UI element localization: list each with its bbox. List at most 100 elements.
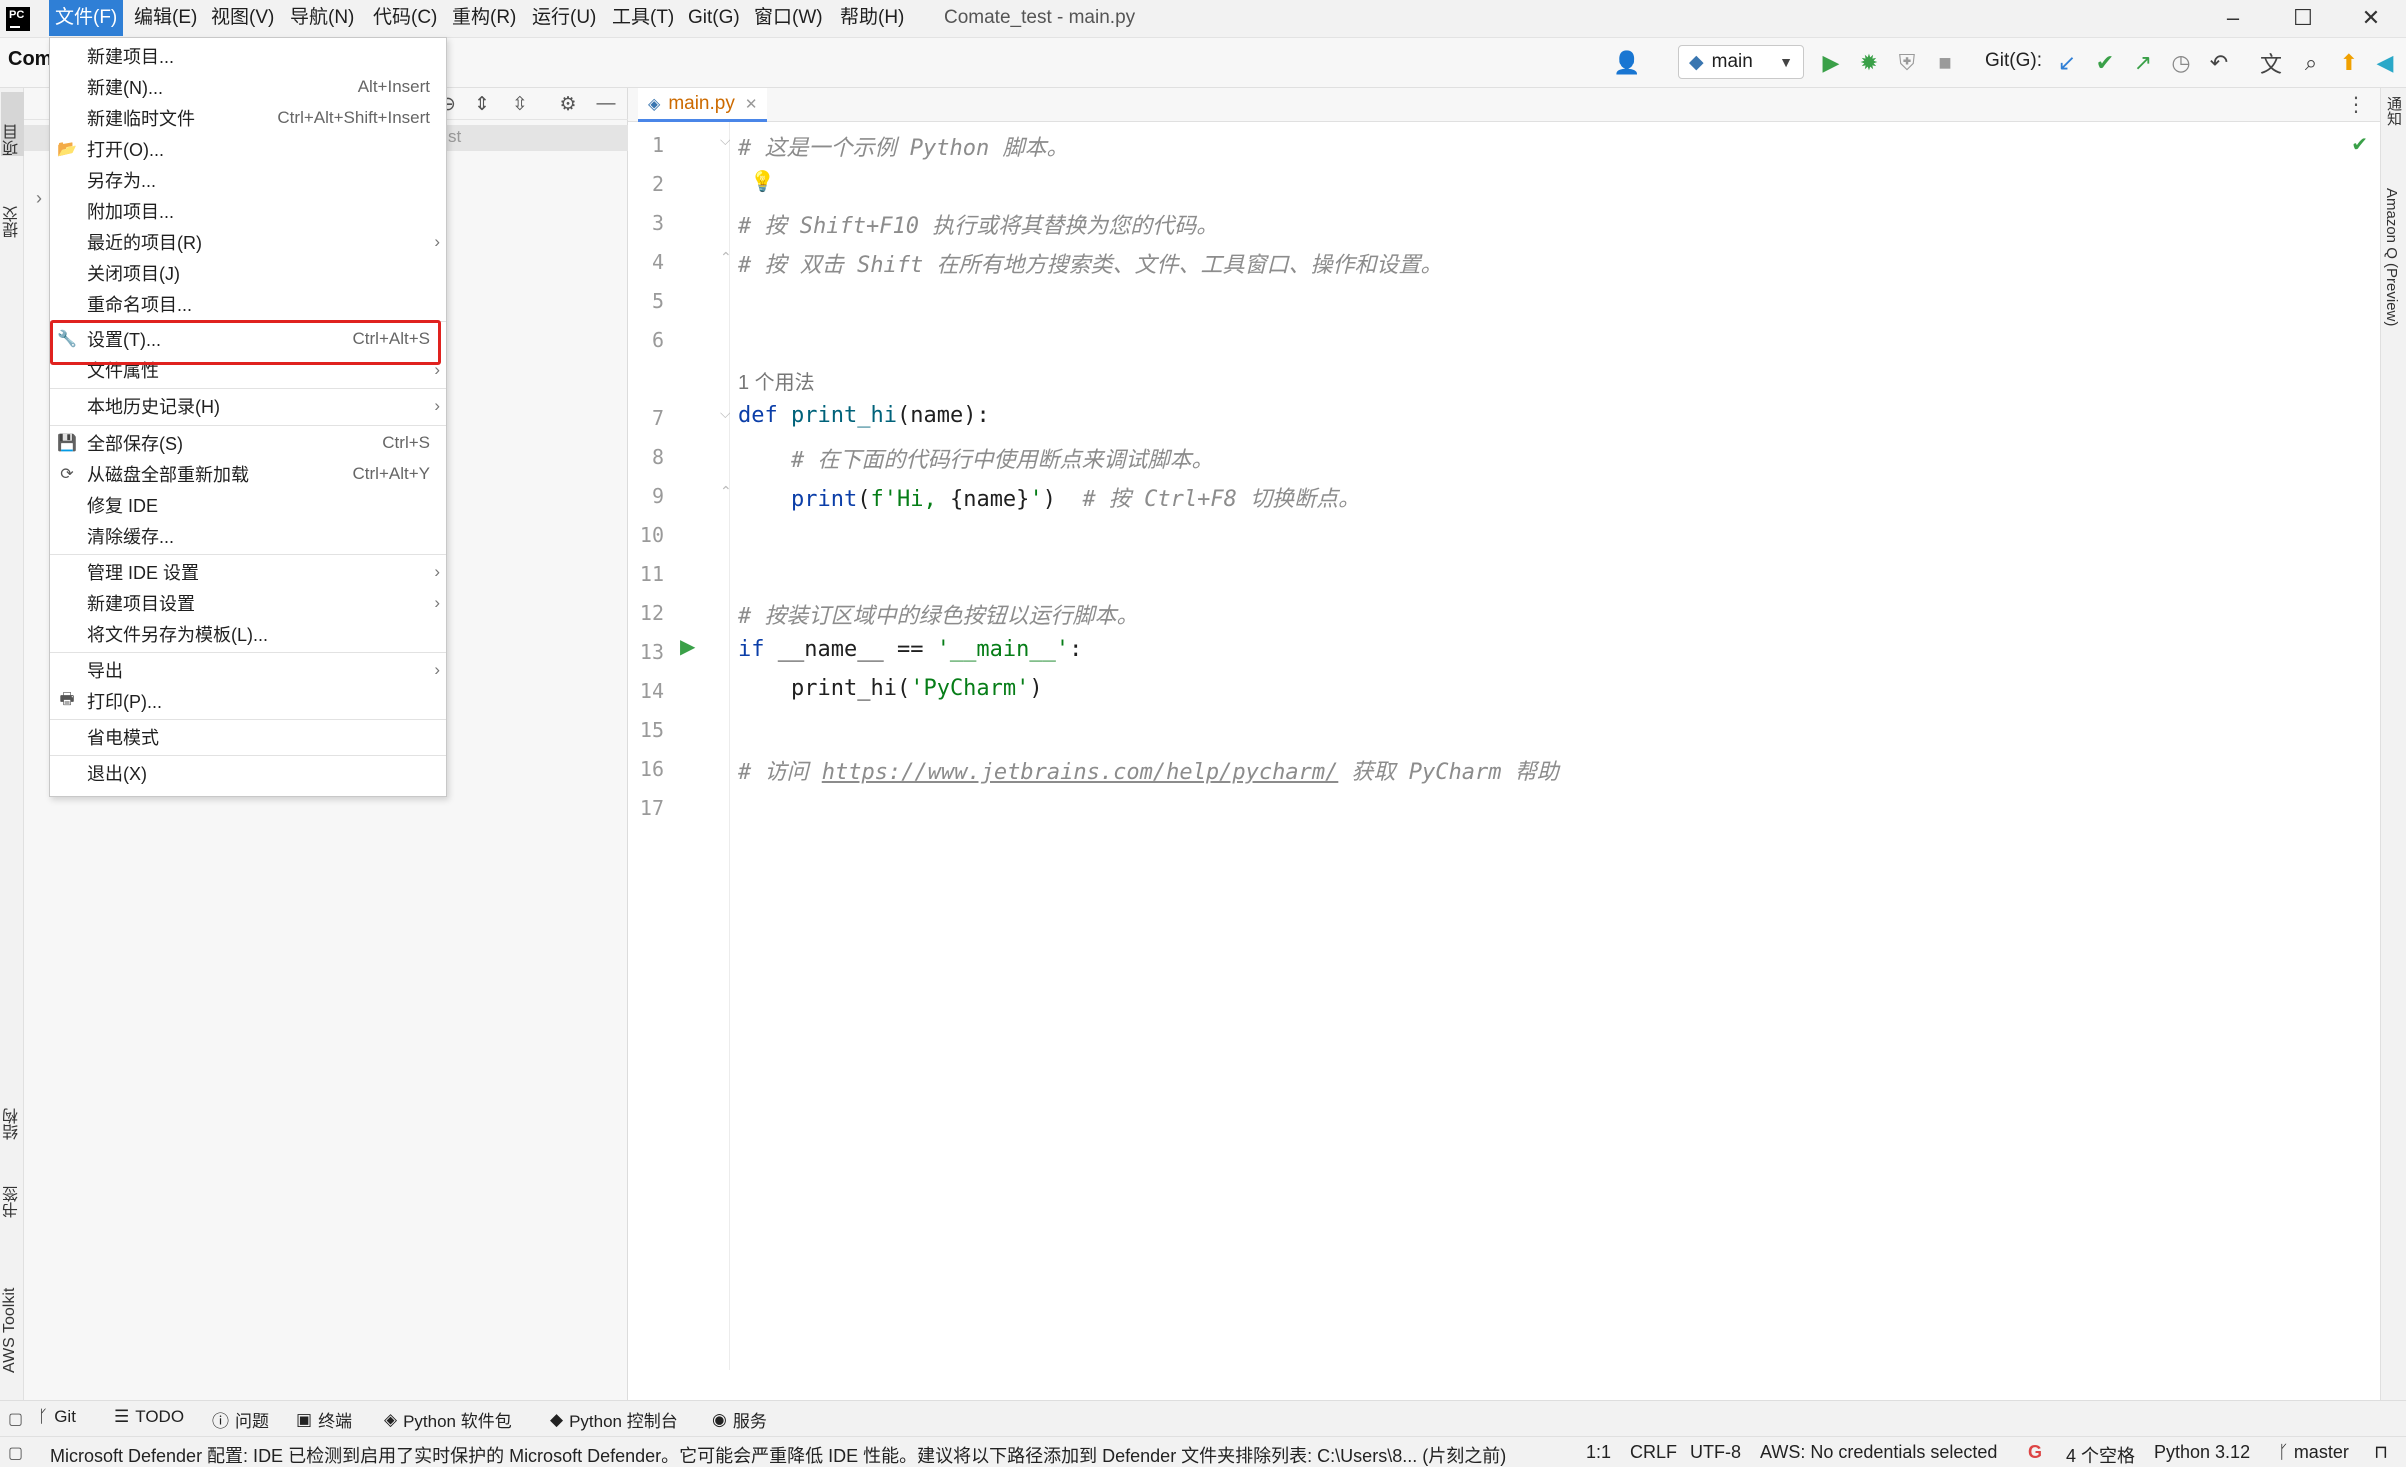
file-encoding[interactable]: UTF-8 — [1690, 1442, 1741, 1463]
tab-structure[interactable]: 结构 — [1, 1088, 25, 1140]
menu-item-rename-project[interactable]: 重命名项目... — [50, 289, 446, 319]
usage-hint[interactable]: 1 个用法 — [738, 372, 815, 394]
menu-item-recent-projects[interactable]: 最近的项目(R) › — [50, 227, 446, 257]
menu-item-label: 退出(X) — [87, 764, 147, 784]
code-editor[interactable]: # 这是一个示例 Python 脚本。 💡 # 按 Shift+F10 执行或将… — [730, 122, 2380, 1370]
tab-main-py[interactable]: ◈ main.py ✕ — [638, 88, 768, 122]
tool-tab-python-console[interactable]: ◆ Python 控制台 — [550, 1407, 678, 1432]
maximize-icon[interactable]: ☐ — [2268, 0, 2338, 36]
run-icon[interactable]: ▶ — [1818, 50, 1844, 76]
menu-item-close-project[interactable]: 关闭项目(J) — [50, 258, 446, 288]
menu-help[interactable]: 帮助(H) — [834, 0, 910, 36]
menu-run[interactable]: 运行(U) — [526, 0, 602, 36]
menu-item-new-project-setup[interactable]: 新建项目设置 › — [50, 588, 446, 618]
menu-item-print[interactable]: 🖶 打印(P)... — [50, 686, 446, 716]
search-icon[interactable]: ⌕ — [2298, 50, 2324, 76]
plugin-icon[interactable]: ◀ — [2372, 50, 2398, 76]
menu-item-manage-ide-settings[interactable]: 管理 IDE 设置 › — [50, 557, 446, 587]
tab-project[interactable]: 项目 — [1, 92, 25, 156]
history-icon[interactable]: ◷ — [2168, 50, 2194, 76]
git-commit-icon[interactable]: ✔ — [2092, 50, 2118, 76]
update-icon[interactable]: ⬆ — [2336, 50, 2362, 76]
menu-item-label: 本地历史记录(H) — [87, 397, 220, 417]
status-square-icon[interactable]: ▢ — [8, 1443, 23, 1463]
menu-item-open[interactable]: 📂 打开(O)... — [50, 134, 446, 164]
user-icon[interactable]: 👤 — [1613, 50, 1640, 76]
menu-item-new-scratch[interactable]: 新建临时文件 Ctrl+Alt+Shift+Insert — [50, 103, 446, 133]
translate-icon[interactable]: 文 — [2258, 50, 2284, 77]
help-link[interactable]: https://www.jetbrains.com/help/pycharm/ — [822, 760, 1339, 785]
menu-item-repair-ide[interactable]: 修复 IDE — [50, 490, 446, 520]
menu-item-save-as[interactable]: 另存为... — [50, 165, 446, 195]
menu-view[interactable]: 视图(V) — [205, 0, 280, 36]
menu-window[interactable]: 窗口(W) — [748, 0, 829, 36]
tab-amazon-q[interactable]: Amazon Q (Preview) — [2383, 188, 2400, 326]
minimize-icon[interactable]: – — [2198, 0, 2268, 36]
menu-git[interactable]: Git(G) — [682, 0, 746, 36]
tool-tab-git[interactable]: ᚴ Git — [38, 1407, 76, 1427]
python-interpreter[interactable]: Python 3.12 — [2154, 1442, 2250, 1463]
close-tab-icon[interactable]: ✕ — [745, 95, 758, 113]
menu-item-export[interactable]: 导出 › — [50, 655, 446, 685]
rollback-icon[interactable]: ↶ — [2206, 50, 2232, 76]
run-config-select[interactable]: ◆ main ▼ — [1678, 45, 1804, 79]
menu-item-exit[interactable]: 退出(X) — [50, 758, 446, 788]
layout-icon[interactable]: ▢ — [8, 1409, 23, 1429]
menu-edit[interactable]: 编辑(E) — [128, 0, 203, 36]
menu-item-label: 关闭项目(J) — [87, 264, 180, 284]
menu-navigate[interactable]: 导航(N) — [284, 0, 360, 36]
menu-refactor[interactable]: 重构(R) — [446, 0, 522, 36]
aws-credentials[interactable]: AWS: No credentials selected — [1760, 1442, 1997, 1463]
menu-item-attach-project[interactable]: 附加项目... — [50, 196, 446, 226]
hide-panel-icon[interactable]: — — [594, 92, 618, 116]
vcs-branch[interactable]: ᚴ master — [2278, 1442, 2349, 1463]
git-push-icon[interactable]: ↗ — [2130, 50, 2156, 76]
tool-tab-python-packages[interactable]: ◈ Python 软件包 — [384, 1407, 512, 1432]
lock-icon[interactable]: ⊓ — [2374, 1442, 2388, 1463]
menu-item-shortcut: Ctrl+Alt+Y — [352, 464, 430, 483]
menu-item-save-all[interactable]: 💾 全部保存(S) Ctrl+S — [50, 428, 446, 458]
run-gutter-icon[interactable]: ▶ — [680, 634, 695, 659]
line-separator[interactable]: CRLF — [1630, 1442, 1677, 1463]
inspection-ok-icon[interactable]: ✔ — [2351, 132, 2368, 157]
menu-item-new[interactable]: 新建(N)... Alt+Insert — [50, 72, 446, 102]
expand-all-icon[interactable]: ⇕ — [470, 92, 494, 116]
tool-tab-services[interactable]: ◉ 服务 — [712, 1407, 767, 1432]
gear-icon[interactable]: ⚙ — [556, 92, 580, 116]
tab-aws-toolkit[interactable]: AWS Toolkit — [1, 1253, 19, 1373]
menu-code[interactable]: 代码(C) — [367, 0, 443, 36]
tool-tab-todo[interactable]: ☰ TODO — [114, 1407, 184, 1427]
info-icon: ⓘ — [212, 1412, 229, 1431]
stop-icon[interactable]: ■ — [1932, 50, 1958, 76]
status-message[interactable]: Microsoft Defender 配置: IDE 已检测到启用了实时保护的 … — [50, 1442, 1506, 1468]
google-icon[interactable]: G — [2028, 1442, 2042, 1463]
menu-separator — [50, 755, 446, 756]
tab-bookmarks[interactable]: 书签 — [1, 1168, 25, 1218]
editor-gutter: 1 2 3 4 5 6 7 8 9 10 11 12 13 14 15 16 1… — [628, 122, 732, 1370]
debug-icon[interactable]: ✹ — [1856, 50, 1882, 76]
lightbulb-icon[interactable]: 💡 — [750, 169, 775, 194]
close-window-icon[interactable]: ✕ — [2336, 0, 2406, 36]
menu-item-power-save[interactable]: 省电模式 — [50, 722, 446, 752]
more-options-icon[interactable]: ⋮ — [2346, 92, 2366, 117]
caret-position[interactable]: 1:1 — [1586, 1442, 1611, 1463]
collapse-all-icon[interactable]: ⇳ — [508, 92, 532, 116]
chevron-right-icon[interactable]: › — [36, 188, 42, 209]
tool-tab-terminal[interactable]: ▣ 终端 — [296, 1407, 352, 1432]
menu-item-save-as-template[interactable]: 将文件另存为模板(L)... — [50, 619, 446, 649]
tab-notifications[interactable]: 通知 — [2383, 96, 2404, 126]
menu-item-reload-all[interactable]: ⟳ 从磁盘全部重新加载 Ctrl+Alt+Y — [50, 459, 446, 489]
keyword: if — [738, 637, 765, 662]
coverage-icon[interactable]: ⛨ — [1894, 50, 1920, 76]
indent-setting[interactable]: 4 个空格 — [2066, 1442, 2135, 1468]
comment: # 按装订区域中的绿色按钮以运行脚本。 — [738, 604, 1139, 629]
project-name[interactable]: Com — [8, 48, 52, 71]
menu-item-local-history[interactable]: 本地历史记录(H) › — [50, 391, 446, 421]
menu-file[interactable]: 文件(F) — [49, 0, 124, 36]
menu-item-new-project[interactable]: 新建项目... — [50, 41, 446, 71]
tab-commit[interactable]: 提交 — [1, 178, 25, 238]
tool-tab-problems[interactable]: ⓘ 问题 — [212, 1407, 269, 1432]
menu-item-invalidate-caches[interactable]: 清除缓存... — [50, 521, 446, 551]
git-update-icon[interactable]: ↙ — [2054, 50, 2080, 76]
menu-tools[interactable]: 工具(T) — [606, 0, 680, 36]
